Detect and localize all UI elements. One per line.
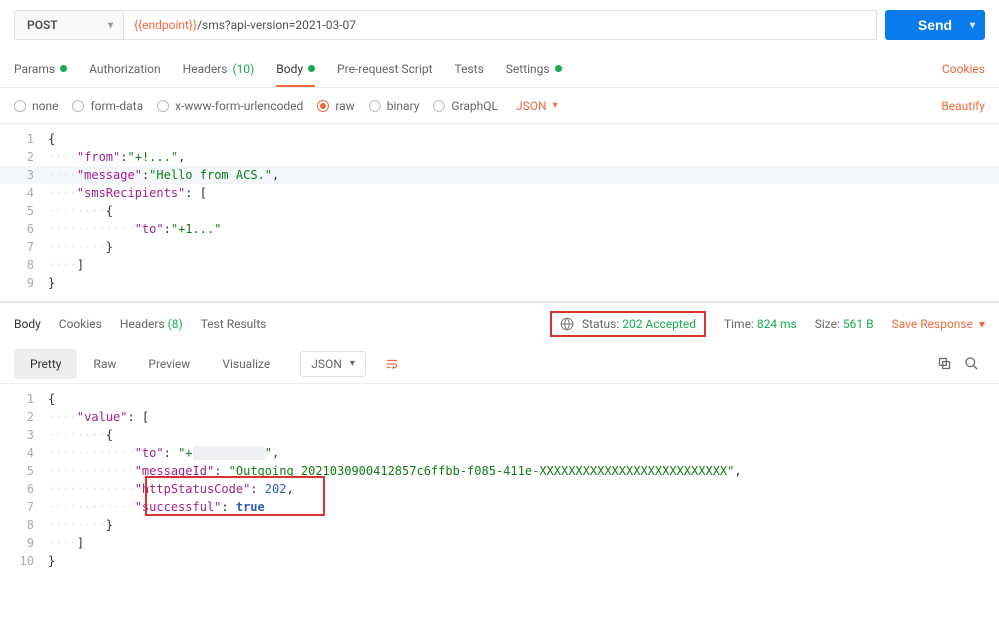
tab-settings[interactable]: Settings: [506, 52, 562, 86]
tab-body[interactable]: Body: [276, 52, 315, 86]
radio-formdata[interactable]: form-data: [72, 99, 143, 113]
radio-binary[interactable]: binary: [369, 99, 420, 113]
radio-raw[interactable]: raw: [317, 99, 354, 113]
body-type-row: none form-data x-www-form-urlencoded raw…: [0, 88, 999, 124]
cookies-link[interactable]: Cookies: [942, 62, 985, 76]
tab-headers[interactable]: Headers (10): [183, 52, 255, 86]
view-pretty[interactable]: Pretty: [14, 349, 77, 379]
copy-button[interactable]: [931, 352, 958, 375]
request-body-editor[interactable]: 1{ 2····"from":"+!...", 3····"message":"…: [0, 124, 999, 302]
indicator-dot: [308, 65, 315, 72]
radio-graphql[interactable]: GraphQL: [433, 99, 498, 113]
url-bar: POST ▾ {{endpoint}}/sms?api-version=2021…: [0, 0, 999, 50]
url-input[interactable]: {{endpoint}}/sms?api-version=2021-03-07: [124, 10, 877, 40]
view-visualize[interactable]: Visualize: [206, 349, 286, 379]
radio-xwww[interactable]: x-www-form-urlencoded: [157, 99, 303, 113]
response-toolbar: Pretty Raw Preview Visualize JSON▾: [0, 344, 999, 384]
indicator-dot: [555, 65, 562, 72]
size-meta: Size: 561 B: [815, 317, 874, 331]
radio-icon: [157, 100, 169, 112]
time-meta: Time: 824 ms: [724, 317, 797, 331]
tab-params[interactable]: Params: [14, 52, 67, 86]
raw-format-select[interactable]: JSON▾: [516, 99, 558, 113]
response-body-editor[interactable]: 1{ 2····"value": [ 3········{ 4·········…: [0, 384, 999, 576]
radio-none[interactable]: none: [14, 99, 58, 113]
status-highlight-box: Status: 202 Accepted: [550, 311, 706, 337]
http-method-value: POST: [27, 18, 58, 32]
http-method-select[interactable]: POST ▾: [14, 10, 124, 40]
search-button[interactable]: [958, 352, 985, 375]
status-meta: Status: 202 Accepted: [582, 317, 696, 331]
tab-tests[interactable]: Tests: [455, 52, 484, 86]
response-tab-headers[interactable]: Headers (8): [120, 317, 183, 331]
radio-icon: [433, 100, 445, 112]
tab-prerequest[interactable]: Pre-request Script: [337, 52, 432, 86]
radio-icon: [72, 100, 84, 112]
indicator-dot: [60, 65, 67, 72]
url-path: /sms?api-version=2021-03-07: [197, 18, 356, 32]
chevron-down-icon: ▾: [979, 317, 985, 331]
response-format-select[interactable]: JSON▾: [300, 351, 366, 377]
radio-icon: [369, 100, 381, 112]
chevron-down-icon: ▾: [108, 20, 113, 31]
chevron-down-icon[interactable]: ▾: [970, 20, 975, 31]
tab-authorization[interactable]: Authorization: [89, 52, 161, 86]
view-preview[interactable]: Preview: [132, 349, 206, 379]
response-tab-body[interactable]: Body: [14, 317, 41, 331]
radio-icon: [317, 100, 329, 112]
request-tabs: Params Authorization Headers (10) Body P…: [0, 50, 999, 88]
highlight-box: [145, 476, 325, 516]
send-button[interactable]: Send ▾: [885, 10, 985, 40]
wrap-lines-button[interactable]: [376, 352, 408, 376]
radio-icon: [14, 100, 26, 112]
response-bar: Body Cookies Headers (8) Test Results St…: [0, 302, 999, 344]
view-raw[interactable]: Raw: [77, 349, 132, 379]
chevron-down-icon: ▾: [350, 358, 355, 369]
chevron-down-icon: ▾: [553, 100, 558, 111]
save-response-button[interactable]: Save Response▾: [892, 317, 985, 331]
url-variable: {{endpoint}}: [134, 18, 197, 32]
beautify-link[interactable]: Beautify: [941, 99, 985, 113]
globe-icon: [560, 317, 574, 331]
response-tab-cookies[interactable]: Cookies: [59, 317, 102, 331]
response-tab-test-results[interactable]: Test Results: [201, 317, 267, 331]
